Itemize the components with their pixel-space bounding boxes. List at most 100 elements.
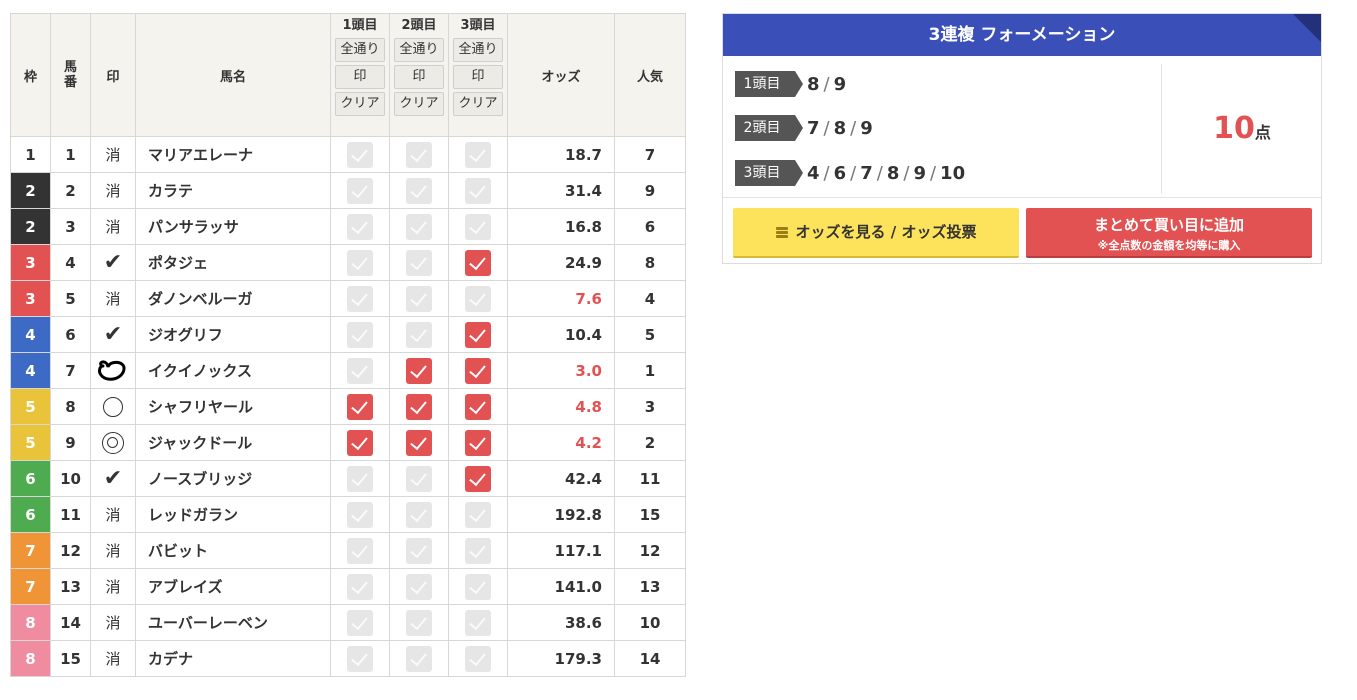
leg-2-checkbox-cell[interactable]	[389, 424, 449, 461]
leg-3-checkbox-cell[interactable]	[448, 172, 508, 209]
leg-2-checkbox-cell[interactable]	[389, 136, 449, 173]
leg-1-checkbox[interactable]	[347, 609, 373, 636]
leg-3-checkbox-cell[interactable]	[448, 568, 508, 605]
leg-2-checkbox-cell[interactable]	[389, 280, 449, 317]
leg-1-clear-button[interactable]: クリア	[335, 92, 385, 116]
leg-3-mark-button[interactable]: 印	[453, 65, 503, 89]
leg-2-checkbox-cell[interactable]	[389, 640, 449, 677]
leg-2-checkbox[interactable]	[406, 429, 432, 456]
mark-cell[interactable]	[90, 388, 136, 425]
leg-3-checkbox[interactable]	[465, 609, 491, 636]
leg-1-checkbox[interactable]	[347, 357, 373, 384]
leg-3-checkbox[interactable]	[465, 213, 491, 240]
leg-1-checkbox-cell[interactable]	[330, 604, 390, 641]
leg-2-checkbox[interactable]	[406, 321, 432, 348]
leg-2-checkbox[interactable]	[406, 609, 432, 636]
leg-1-checkbox[interactable]	[347, 141, 373, 168]
leg-1-checkbox-cell[interactable]	[330, 280, 390, 317]
leg-2-all-button[interactable]: 全通り	[394, 38, 444, 62]
leg-1-checkbox-cell[interactable]	[330, 496, 390, 533]
leg-1-checkbox[interactable]	[347, 537, 373, 564]
leg-1-checkbox-cell[interactable]	[330, 244, 390, 281]
mark-cell[interactable]: 消	[90, 568, 136, 605]
leg-3-checkbox-cell[interactable]	[448, 496, 508, 533]
leg-3-checkbox[interactable]	[465, 141, 491, 168]
leg-3-checkbox[interactable]	[465, 249, 491, 276]
leg-2-checkbox[interactable]	[406, 537, 432, 564]
leg-1-checkbox[interactable]	[347, 177, 373, 204]
leg-1-checkbox-cell[interactable]	[330, 640, 390, 677]
leg-1-mark-button[interactable]: 印	[335, 65, 385, 89]
leg-3-checkbox-cell[interactable]	[448, 208, 508, 245]
leg-1-checkbox-cell[interactable]	[330, 568, 390, 605]
mark-cell[interactable]: 消	[90, 496, 136, 533]
leg-2-checkbox[interactable]	[406, 573, 432, 600]
leg-2-checkbox-cell[interactable]	[389, 316, 449, 353]
leg-1-checkbox-cell[interactable]	[330, 316, 390, 353]
mark-cell[interactable]: 消	[90, 640, 136, 677]
leg-1-checkbox-cell[interactable]	[330, 532, 390, 569]
leg-2-checkbox-cell[interactable]	[389, 244, 449, 281]
leg-3-checkbox[interactable]	[465, 573, 491, 600]
view-odds-button[interactable]: オッズを見る / オッズ投票	[733, 208, 1019, 258]
leg-3-checkbox[interactable]	[465, 357, 491, 384]
leg-1-checkbox[interactable]	[347, 573, 373, 600]
mark-cell[interactable]: ✔	[90, 316, 136, 353]
leg-1-checkbox[interactable]	[347, 645, 373, 672]
mark-cell[interactable]: 消	[90, 136, 136, 173]
leg-3-checkbox[interactable]	[465, 285, 491, 312]
leg-3-checkbox[interactable]	[465, 501, 491, 528]
leg-1-checkbox-cell[interactable]	[330, 460, 390, 497]
leg-3-checkbox-cell[interactable]	[448, 388, 508, 425]
leg-2-checkbox-cell[interactable]	[389, 208, 449, 245]
leg-1-checkbox[interactable]	[347, 213, 373, 240]
leg-2-checkbox-cell[interactable]	[389, 460, 449, 497]
mark-cell[interactable]	[90, 352, 136, 389]
mark-cell[interactable]: 消	[90, 532, 136, 569]
leg-3-checkbox[interactable]	[465, 393, 491, 420]
leg-3-checkbox[interactable]	[465, 177, 491, 204]
leg-2-checkbox[interactable]	[406, 285, 432, 312]
leg-3-checkbox-cell[interactable]	[448, 424, 508, 461]
leg-1-checkbox[interactable]	[347, 429, 373, 456]
leg-1-checkbox-cell[interactable]	[330, 352, 390, 389]
leg-2-checkbox-cell[interactable]	[389, 352, 449, 389]
leg-2-checkbox[interactable]	[406, 213, 432, 240]
leg-3-checkbox[interactable]	[465, 429, 491, 456]
leg-3-all-button[interactable]: 全通り	[453, 38, 503, 62]
leg-1-checkbox-cell[interactable]	[330, 208, 390, 245]
leg-2-checkbox-cell[interactable]	[389, 532, 449, 569]
leg-2-checkbox[interactable]	[406, 357, 432, 384]
leg-2-checkbox[interactable]	[406, 141, 432, 168]
leg-3-checkbox[interactable]	[465, 645, 491, 672]
leg-1-checkbox[interactable]	[347, 465, 373, 492]
leg-1-checkbox-cell[interactable]	[330, 136, 390, 173]
leg-1-checkbox-cell[interactable]	[330, 388, 390, 425]
leg-3-checkbox-cell[interactable]	[448, 136, 508, 173]
add-to-cart-button[interactable]: まとめて買い目に追加 ※全点数の金額を均等に購入	[1026, 208, 1312, 258]
leg-3-checkbox-cell[interactable]	[448, 460, 508, 497]
leg-2-clear-button[interactable]: クリア	[394, 92, 444, 116]
leg-1-checkbox-cell[interactable]	[330, 424, 390, 461]
leg-2-checkbox-cell[interactable]	[389, 496, 449, 533]
leg-2-checkbox[interactable]	[406, 501, 432, 528]
leg-2-checkbox[interactable]	[406, 249, 432, 276]
mark-cell[interactable]: 消	[90, 208, 136, 245]
mark-cell[interactable]: 消	[90, 172, 136, 209]
leg-3-checkbox-cell[interactable]	[448, 604, 508, 641]
leg-3-checkbox[interactable]	[465, 537, 491, 564]
leg-1-checkbox-cell[interactable]	[330, 172, 390, 209]
leg-2-checkbox[interactable]	[406, 465, 432, 492]
leg-2-checkbox-cell[interactable]	[389, 388, 449, 425]
leg-2-mark-button[interactable]: 印	[394, 65, 444, 89]
leg-1-checkbox[interactable]	[347, 249, 373, 276]
leg-3-checkbox-cell[interactable]	[448, 352, 508, 389]
mark-cell[interactable]: ✔	[90, 460, 136, 497]
leg-3-checkbox[interactable]	[465, 321, 491, 348]
leg-1-checkbox[interactable]	[347, 285, 373, 312]
leg-2-checkbox-cell[interactable]	[389, 568, 449, 605]
leg-1-checkbox[interactable]	[347, 321, 373, 348]
leg-3-clear-button[interactable]: クリア	[453, 92, 503, 116]
leg-3-checkbox[interactable]	[465, 465, 491, 492]
leg-1-checkbox[interactable]	[347, 501, 373, 528]
